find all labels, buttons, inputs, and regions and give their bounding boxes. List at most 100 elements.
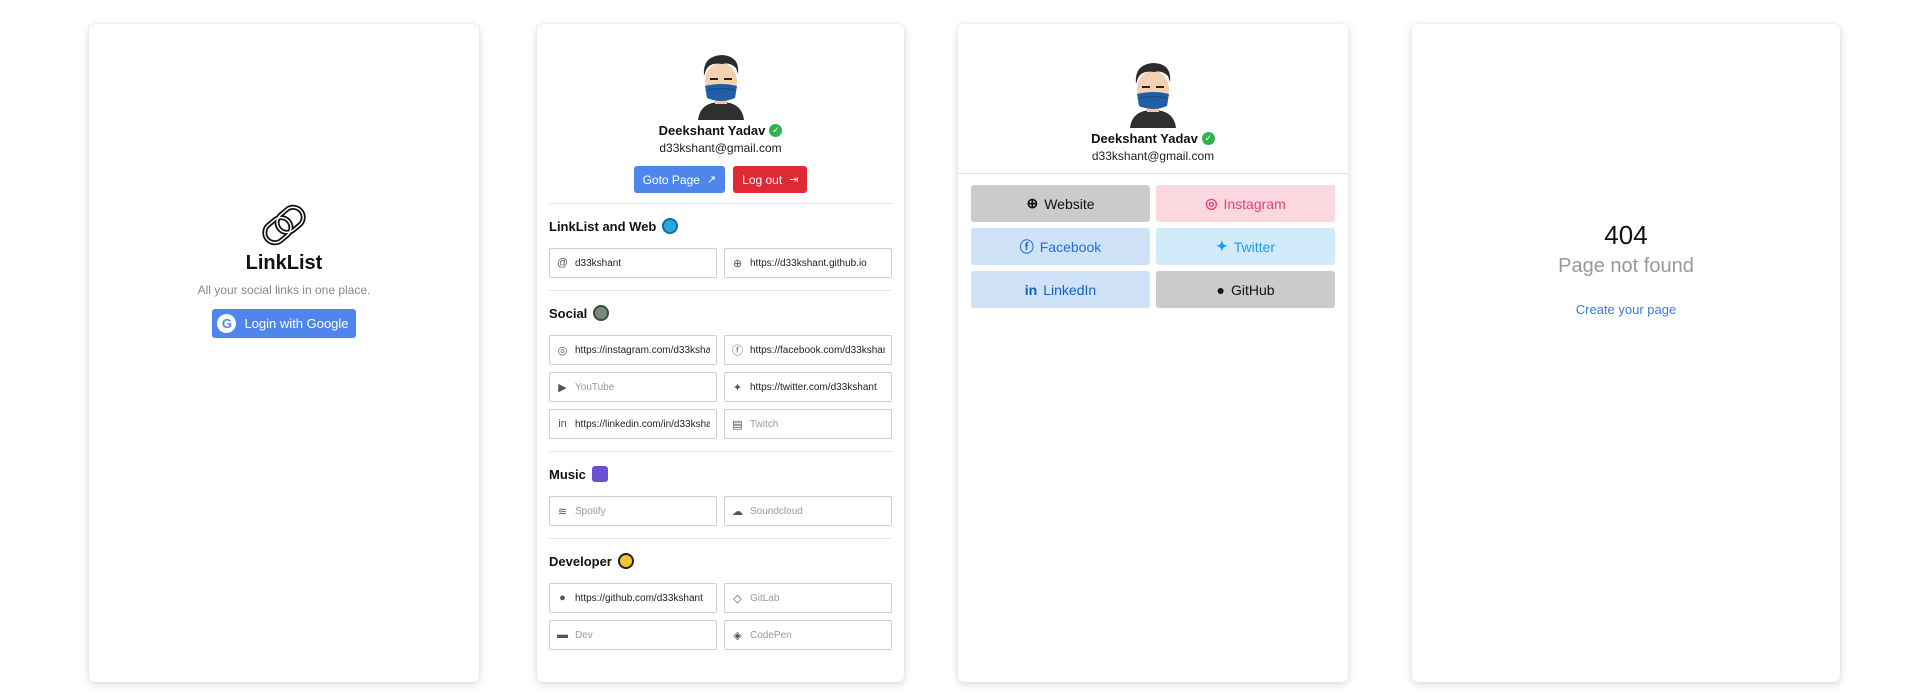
linkedin-link-label: LinkedIn (1043, 281, 1097, 298)
instagram-link-button[interactable]: ◎ Instagram (1156, 185, 1335, 222)
username-input[interactable] (575, 257, 710, 269)
music-note-emoji-icon (591, 466, 608, 482)
facebook-input[interactable] (750, 344, 885, 356)
linkedin-link-button[interactable]: in LinkedIn (971, 271, 1150, 308)
youtube-input[interactable] (575, 381, 710, 393)
app-tagline: All your social links in one place. (197, 283, 371, 297)
avatar (697, 55, 744, 120)
profile-name: Deekshant Yadav (658, 123, 766, 138)
gitlab-input[interactable] (750, 592, 885, 604)
gitlab-icon: ◇ (733, 592, 742, 605)
developer-fields: ● ◇ ▬ ◈ (549, 583, 892, 650)
twitch-icon: ▤ (732, 418, 743, 431)
twitter-link-label: Twitter (1233, 238, 1275, 255)
github-field[interactable]: ● (549, 583, 717, 613)
alien-emoji-icon (593, 305, 610, 321)
twitter-input[interactable] (750, 381, 885, 393)
verified-badge-icon: ✓ (769, 124, 783, 137)
github-icon: ● (559, 592, 566, 604)
not-found-content: 404 Page not found Create your page (1412, 220, 1840, 319)
gitlab-field[interactable]: ◇ (724, 583, 892, 613)
dev-field[interactable]: ▬ (549, 620, 717, 650)
divider (549, 538, 892, 539)
youtube-icon: ▶ (558, 381, 567, 394)
divider (549, 451, 892, 452)
public-page-card: Deekshant Yadav ✓ d33kshant@gmail.com ⊕ … (958, 24, 1348, 682)
error-message: Page not found (1558, 255, 1694, 277)
youtube-field[interactable]: ▶ (549, 372, 717, 402)
create-page-link[interactable]: Create your page (1576, 302, 1676, 317)
login-with-google-label: Login with Google (244, 316, 349, 331)
profile-email: d33kshant@gmail.com (1091, 149, 1215, 163)
error-code: 404 (1604, 220, 1648, 250)
website-link-button[interactable]: ⊕ Website (971, 185, 1150, 222)
at-sign-icon: @ (556, 257, 569, 269)
linkedin-icon: in (1024, 281, 1038, 298)
linkedin-input[interactable] (575, 418, 710, 430)
twitter-icon: ✦ (732, 381, 743, 394)
chain-link-logo-icon (262, 204, 306, 246)
globe-icon: ⊕ (1026, 195, 1039, 211)
facebook-field[interactable]: ⓕ (724, 335, 892, 365)
soundcloud-input[interactable] (750, 505, 885, 517)
login-with-google-button[interactable]: G Login with Google (212, 309, 356, 338)
twitter-field[interactable]: ✦ (724, 372, 892, 402)
app-title: LinkList (245, 252, 323, 274)
not-found-card: 404 Page not found Create your page (1412, 24, 1840, 682)
section-title-developer: Developer (549, 551, 892, 571)
github-input[interactable] (575, 592, 710, 604)
linkedin-field[interactable]: in (549, 409, 717, 439)
globe-emoji-icon (662, 218, 679, 234)
username-field[interactable]: @ (549, 248, 717, 278)
profile-name: Deekshant Yadav (1091, 131, 1198, 146)
penguin-emoji-icon (617, 553, 634, 569)
codepen-input[interactable] (750, 629, 885, 641)
social-fields: ◎ ⓕ ▶ ✦ in ▤ (549, 335, 892, 439)
facebook-icon: ⓕ (732, 345, 743, 357)
profile-name-row: Deekshant Yadav ✓ (537, 123, 904, 138)
facebook-icon: ⓕ (1019, 238, 1034, 255)
section-title-web: LinkList and Web (549, 216, 892, 236)
goto-page-button[interactable]: Goto Page ↗ (633, 166, 726, 193)
website-field[interactable]: ⊕ (724, 248, 892, 278)
google-icon: G (217, 314, 237, 333)
spotify-input[interactable] (575, 505, 710, 517)
facebook-link-button[interactable]: ⓕ Facebook (971, 228, 1150, 265)
login-card: LinkList All your social links in one pl… (89, 24, 479, 682)
codepen-icon: ◈ (733, 629, 742, 642)
logout-label: Log out (742, 172, 783, 187)
login-content: LinkList All your social links in one pl… (89, 200, 479, 338)
dev-icon: ▬ (557, 629, 568, 641)
github-link-button[interactable]: ● GitHub (1156, 271, 1335, 308)
goto-page-label: Goto Page (642, 172, 700, 187)
twitch-input[interactable] (750, 418, 885, 430)
instagram-field[interactable]: ◎ (549, 335, 717, 365)
profile-actions: Goto Page ↗ Log out ⇥ (537, 166, 904, 193)
soundcloud-field[interactable]: ☁ (724, 496, 892, 526)
spotify-field[interactable]: ≋ (549, 496, 717, 526)
logout-icon: ⇥ (789, 174, 799, 186)
section-title-developer-label: Developer (549, 553, 612, 569)
section-social: Social ◎ ⓕ ▶ ✦ in (537, 303, 904, 439)
facebook-link-label: Facebook (1039, 238, 1102, 255)
twitch-field[interactable]: ▤ (724, 409, 892, 439)
instagram-icon: ◎ (557, 344, 568, 357)
twitter-link-button[interactable]: ✦ Twitter (1156, 228, 1335, 265)
web-fields: @ ⊕ (549, 248, 892, 278)
dev-input[interactable] (575, 629, 710, 641)
github-link-label: GitHub (1230, 281, 1275, 298)
website-link-label: Website (1044, 195, 1095, 212)
section-developer: Developer ● ◇ ▬ ◈ (537, 551, 904, 650)
logout-button[interactable]: Log out ⇥ (733, 166, 808, 193)
verified-badge-icon: ✓ (1201, 132, 1215, 145)
section-title-social: Social (549, 303, 892, 323)
linkedin-icon: in (558, 418, 567, 430)
website-input[interactable] (750, 257, 885, 269)
github-icon: ● (1216, 281, 1225, 298)
section-linklist-web: LinkList and Web @ ⊕ (537, 216, 904, 278)
section-title-music-label: Music (549, 466, 586, 482)
codepen-field[interactable]: ◈ (724, 620, 892, 650)
instagram-input[interactable] (575, 344, 710, 356)
section-title-music: Music (549, 464, 892, 484)
instagram-icon: ◎ (1205, 195, 1218, 211)
